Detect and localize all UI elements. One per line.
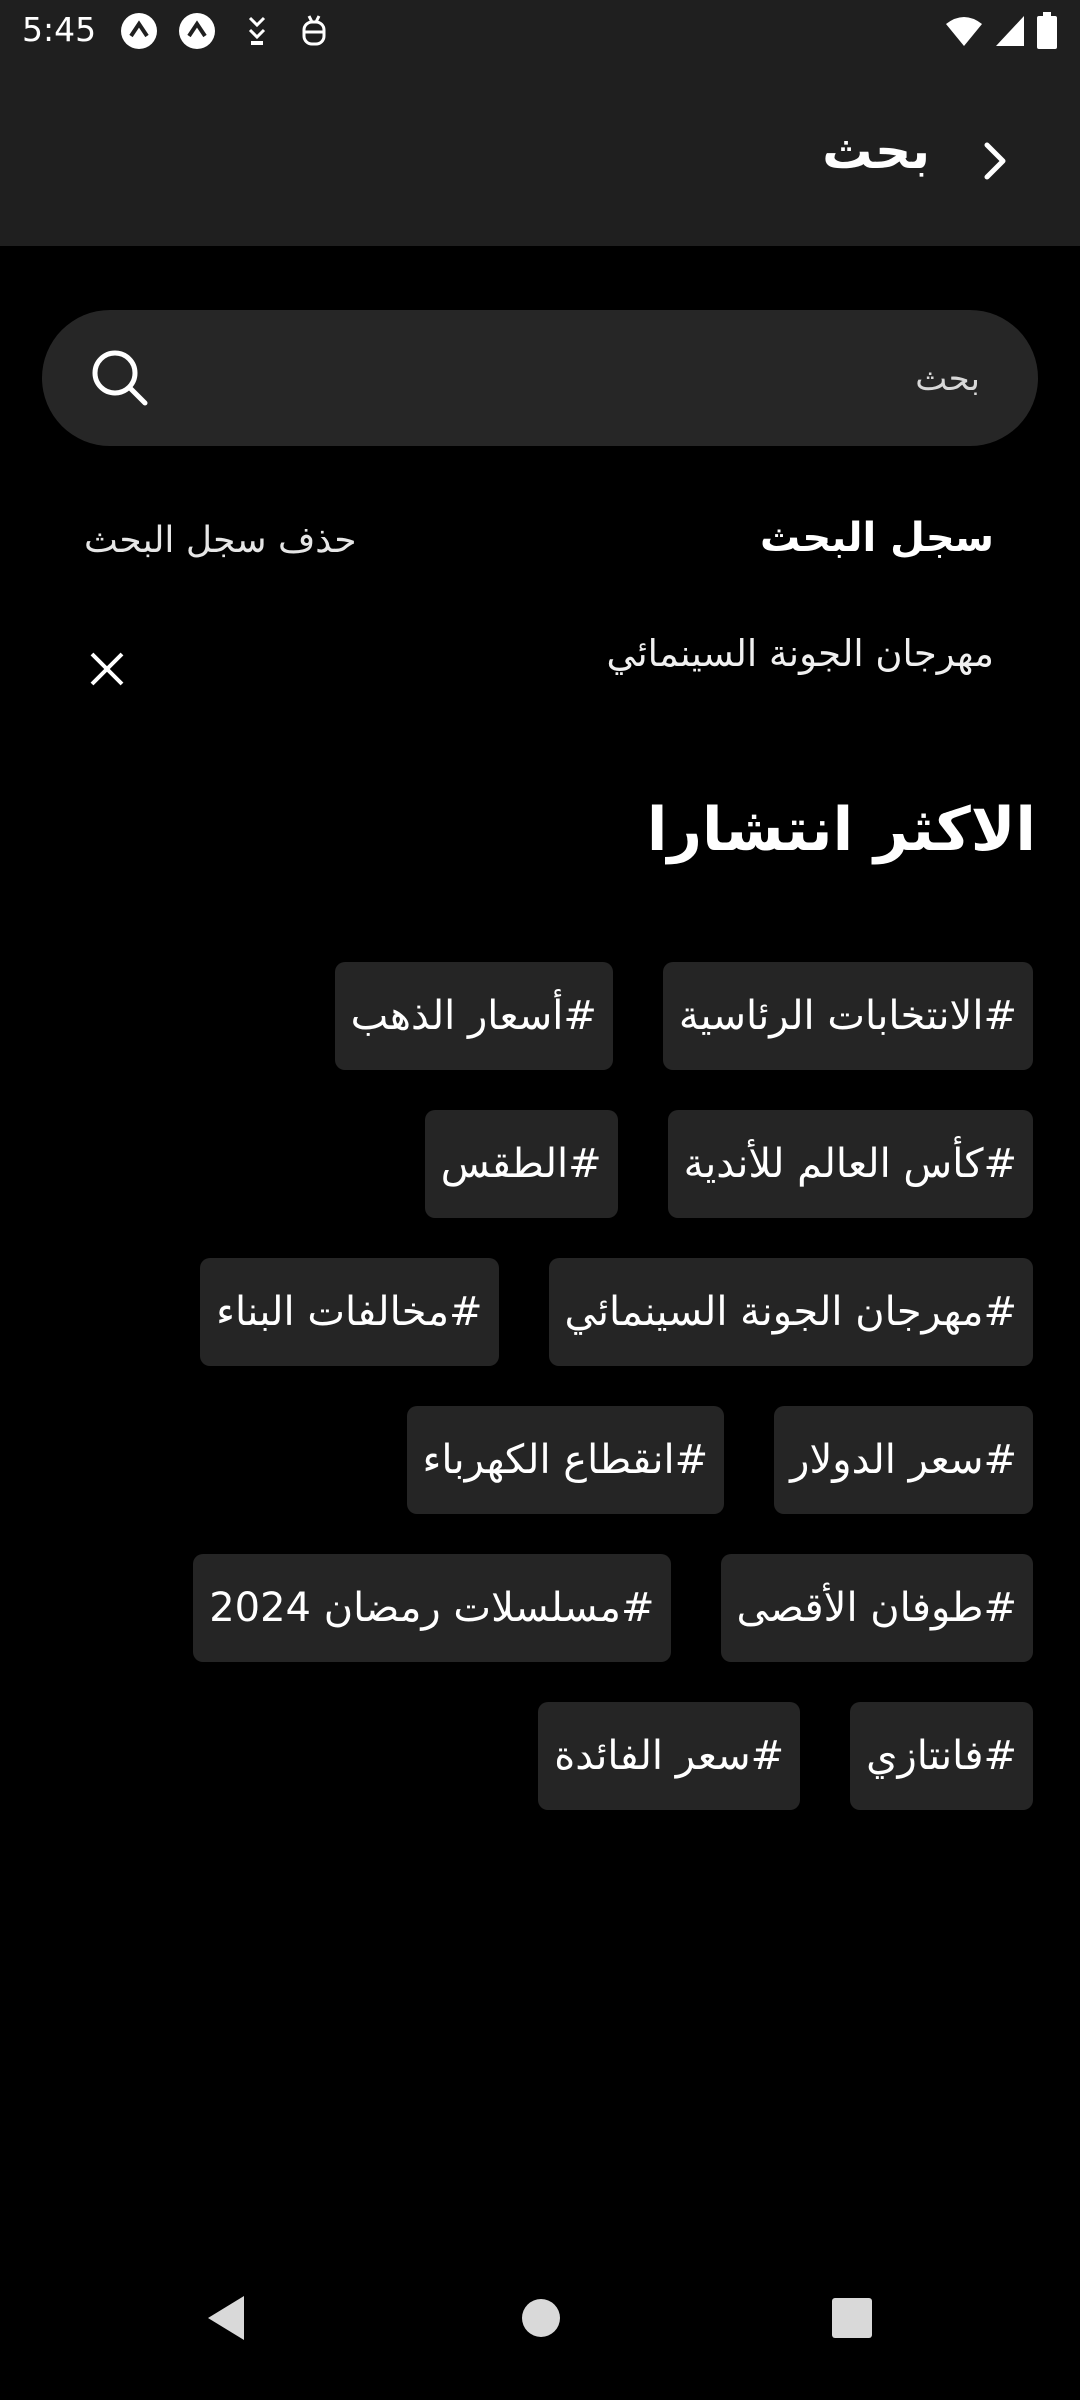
trending-chip[interactable]: #سعر الدولار: [774, 1406, 1033, 1514]
search-history-title: سجل البحث: [759, 515, 994, 561]
search-input[interactable]: [198, 310, 982, 448]
trending-chip[interactable]: #طوفان الأقصى: [720, 1554, 1033, 1662]
trending-chip[interactable]: #انقطاع الكهرباء: [406, 1406, 725, 1514]
trending-tags: #الانتخابات الرئاسية #أسعار الذهب #كأس ا…: [33, 962, 1033, 1810]
notification-icon: [120, 12, 158, 54]
chip-row: #كأس العالم للأندية #الطقس: [33, 1110, 1033, 1218]
signal-icon: [994, 14, 1026, 52]
chip-row: #مهرجان الجونة السينمائي #مخالفات البناء: [33, 1258, 1033, 1366]
search-bar[interactable]: [42, 310, 1038, 448]
history-item-label[interactable]: مهرجان الجونة السينمائي: [606, 632, 994, 675]
trending-chip[interactable]: #سعر الفائدة: [538, 1702, 801, 1810]
trending-chip[interactable]: #كأس العالم للأندية: [667, 1110, 1033, 1218]
back-button[interactable]: [960, 126, 1030, 196]
status-time: 5:45: [22, 10, 97, 49]
trending-chip[interactable]: #مخالفات البناء: [200, 1258, 499, 1366]
clear-history-button[interactable]: حذف سجل البحث: [84, 520, 356, 561]
chevron-right-icon: [984, 142, 1006, 180]
chip-row: #الانتخابات الرئاسية #أسعار الذهب: [33, 962, 1033, 1070]
trending-chip[interactable]: #الطقس: [424, 1110, 618, 1218]
trending-chip[interactable]: #فانتازي: [850, 1702, 1033, 1810]
status-bar: 5:45: [0, 0, 1080, 62]
system-nav-bar: [0, 2274, 1080, 2400]
trending-chip[interactable]: #أسعار الذهب: [334, 962, 613, 1070]
trending-title: الاكثر انتشارا: [646, 795, 1036, 865]
page-title: بحث: [822, 122, 930, 180]
chip-row: #طوفان الأقصى #مسلسلات رمضان 2024: [33, 1554, 1033, 1662]
debug-icon: [298, 12, 330, 54]
status-indicators: [944, 12, 1058, 54]
trending-chip[interactable]: #الانتخابات الرئاسية: [662, 962, 1033, 1070]
data-saver-icon: [242, 12, 272, 54]
chip-row: #فانتازي #سعر الفائدة: [33, 1702, 1033, 1810]
recents-square-icon[interactable]: [830, 2292, 874, 2348]
trending-chip[interactable]: #مسلسلات رمضان 2024: [193, 1554, 671, 1662]
back-triangle-icon[interactable]: [204, 2292, 248, 2348]
notification-icon: [178, 12, 216, 54]
chip-row: #سعر الدولار #انقطاع الكهرباء: [33, 1406, 1033, 1514]
close-icon[interactable]: [84, 646, 130, 692]
trending-chip[interactable]: #مهرجان الجونة السينمائي: [548, 1258, 1033, 1366]
app-bar: بحث: [0, 62, 1080, 246]
battery-icon: [1036, 12, 1058, 54]
search-icon[interactable]: [90, 348, 150, 408]
wifi-icon: [944, 14, 984, 52]
home-circle-icon[interactable]: [520, 2292, 562, 2348]
